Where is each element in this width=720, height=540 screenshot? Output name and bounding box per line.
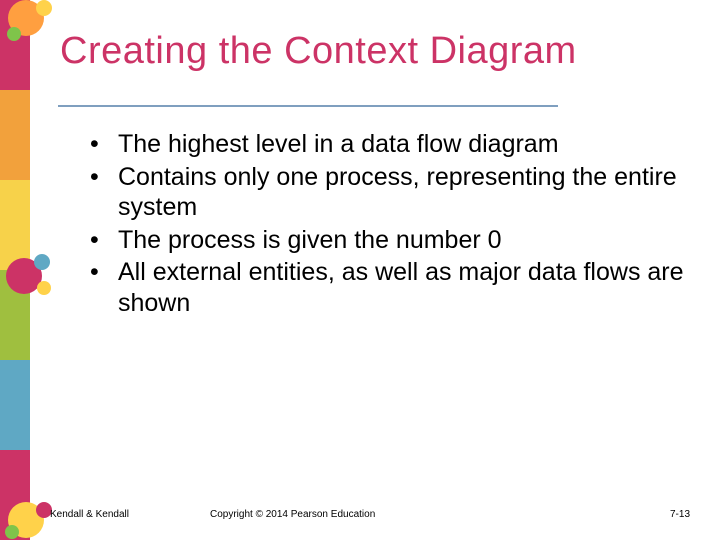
- dot-cluster-icon: [4, 496, 54, 540]
- left-decoration-stripe: [0, 0, 30, 540]
- bullet-list: The highest level in a data flow diagram…: [90, 129, 690, 318]
- slide-content: Creating the Context Diagram The highest…: [50, 0, 710, 540]
- footer-page-number: 7-13: [640, 509, 700, 520]
- footer-authors: Kendall & Kendall: [50, 509, 190, 520]
- list-item: The process is given the number 0: [90, 225, 690, 256]
- stripe-seg: [0, 90, 30, 180]
- slide-footer: Kendall & Kendall Copyright © 2014 Pears…: [50, 509, 700, 520]
- list-item: The highest level in a data flow diagram: [90, 129, 690, 160]
- title-rule: [58, 105, 558, 107]
- slide-title: Creating the Context Diagram: [60, 30, 710, 73]
- list-item: Contains only one process, representing …: [90, 162, 690, 223]
- list-item: All external entities, as well as major …: [90, 257, 690, 318]
- dot-cluster-icon: [4, 0, 54, 44]
- stripe-seg: [0, 360, 30, 450]
- dot-cluster-icon: [4, 250, 54, 300]
- footer-copyright: Copyright © 2014 Pearson Education: [190, 509, 640, 520]
